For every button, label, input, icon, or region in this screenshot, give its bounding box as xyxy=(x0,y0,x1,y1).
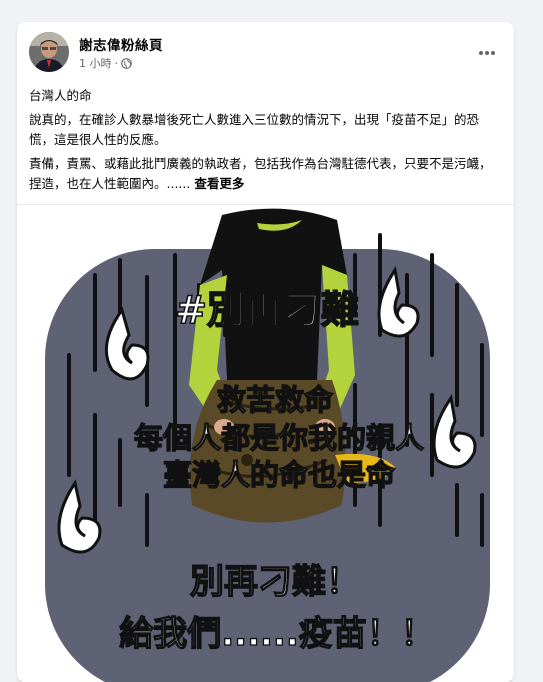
image-line-3: 臺灣人的命也是命 xyxy=(163,458,396,492)
post-time[interactable]: 1 小時 xyxy=(79,55,112,71)
post-paragraph-1: 說真的，在確診人數暴增後死亡人數進入三位數的情況下，出現「疫苗不足」的恐慌，這是… xyxy=(29,112,480,147)
post-title: 台灣人的命 xyxy=(29,88,92,103)
image-line-2: 每個人都是你我的親人 xyxy=(134,421,424,455)
author-name[interactable]: 謝志偉粉絲頁 xyxy=(79,34,163,54)
post-meta: 1 小時 · xyxy=(79,55,132,71)
see-more-link[interactable]: 查看更多 xyxy=(194,176,244,191)
post-image-artwork: #別再刁難 救苦救命 每個人都是你我的親人 臺灣人的命也是命 別再刁難！ 給我們… xyxy=(45,208,490,682)
more-options-button[interactable] xyxy=(474,40,500,60)
image-line-4: 別再刁難！ xyxy=(190,562,360,602)
post-paragraph-2: 責備，責罵、或藉此批鬥廣義的執政者，包括我作為台灣駐德代表，只要不是污衊，捏造，… xyxy=(29,154,499,194)
post-card: 謝志偉粉絲頁 1 小時 · 台灣人的命 說真的，在確診人數暴增後死亡人數進入三位… xyxy=(17,22,514,682)
author-avatar[interactable] xyxy=(29,32,69,72)
post-body: 台灣人的命 說真的，在確診人數暴增後死亡人數進入三位數的情況下，出現「疫苗不足」… xyxy=(29,86,499,198)
post-paragraph-2-text: 責備，責罵、或藉此批鬥廣義的執政者，包括我作為台灣駐德代表，只要不是污衊，捏造，… xyxy=(29,156,492,191)
hashtag-text: #別再刁難 xyxy=(175,288,359,332)
globe-icon[interactable] xyxy=(121,57,132,69)
image-line-1: 救苦救命 xyxy=(217,383,334,417)
more-horizontal-icon xyxy=(478,41,496,60)
meta-separator: · xyxy=(114,56,119,70)
image-line-5: 給我們......疫苗！！ xyxy=(119,614,435,654)
post-header: 謝志偉粉絲頁 1 小時 · xyxy=(17,22,514,82)
post-image[interactable]: #別再刁難 救苦救命 每個人都是你我的親人 臺灣人的命也是命 別再刁難！ 給我們… xyxy=(17,204,514,682)
